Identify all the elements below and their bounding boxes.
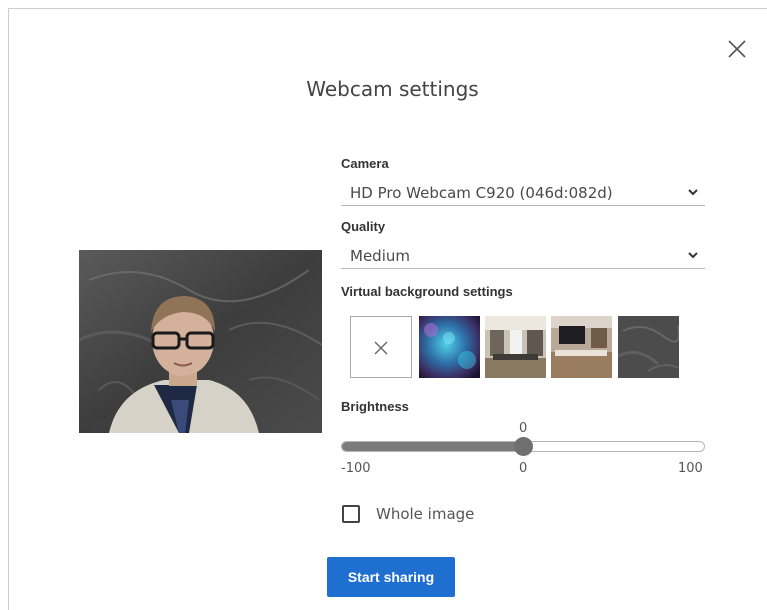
quality-label: Quality — [341, 219, 386, 234]
close-icon — [728, 40, 746, 58]
whole-image-checkbox[interactable] — [342, 505, 360, 523]
brightness-track-fill — [342, 442, 524, 451]
brightness-max-label: 100 — [678, 461, 703, 476]
webcam-preview — [79, 250, 322, 433]
close-icon — [374, 341, 388, 355]
background-option-dark-texture[interactable] — [618, 316, 679, 378]
office-thumbnail — [485, 316, 546, 378]
start-sharing-button[interactable]: Start sharing — [327, 557, 455, 597]
virtual-background-label: Virtual background settings — [341, 284, 513, 299]
dialog-title: Webcam settings — [306, 77, 479, 101]
brightness-min-label: -100 — [341, 461, 371, 476]
conference-room-thumbnail — [551, 316, 612, 378]
quality-select-value: Medium — [350, 247, 410, 265]
close-button[interactable] — [724, 36, 750, 62]
camera-label: Camera — [341, 156, 389, 171]
dark-texture-thumbnail — [618, 316, 679, 378]
background-option-conference-room[interactable] — [551, 316, 612, 378]
background-none-option[interactable] — [350, 316, 412, 378]
brightness-slider[interactable] — [341, 432, 706, 462]
blue-bokeh-thumbnail — [419, 316, 480, 378]
brightness-thumb[interactable] — [514, 437, 533, 456]
quality-select[interactable]: Medium — [341, 243, 705, 269]
chevron-down-icon — [688, 252, 698, 259]
brightness-mid-label: 0 — [519, 461, 528, 476]
background-option-blue-bokeh[interactable] — [419, 316, 480, 378]
background-option-office[interactable] — [485, 316, 546, 378]
camera-select-value: HD Pro Webcam C920 (046d:082d) — [350, 184, 613, 202]
chevron-down-icon — [688, 189, 698, 196]
brightness-label: Brightness — [341, 399, 409, 414]
webcam-preview-image — [79, 250, 322, 433]
whole-image-label: Whole image — [376, 505, 475, 523]
camera-select[interactable]: HD Pro Webcam C920 (046d:082d) — [341, 180, 705, 206]
